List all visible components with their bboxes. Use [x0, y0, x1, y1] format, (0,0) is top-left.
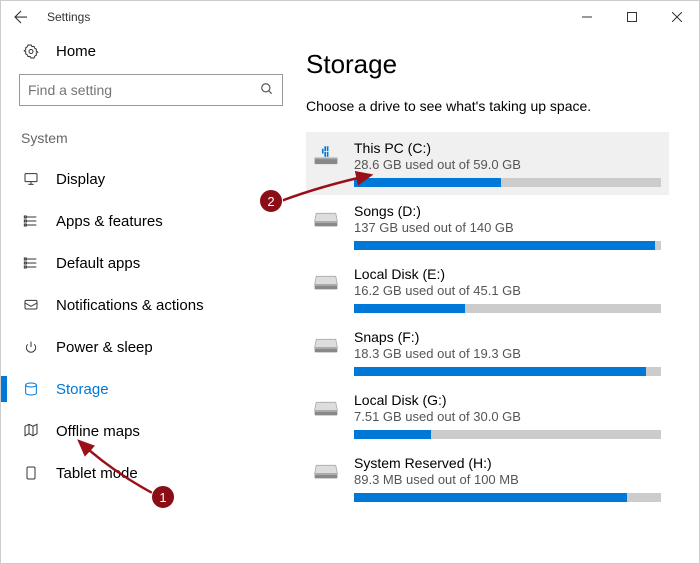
- display-icon: [23, 171, 39, 187]
- sidebar-item-label: Apps & features: [56, 213, 163, 230]
- drive-usage-bar: [354, 241, 661, 250]
- drive-usage: 7.51 GB used out of 30.0 GB: [354, 409, 661, 424]
- maximize-icon: [627, 12, 637, 22]
- minimize-icon: [582, 12, 592, 22]
- drive-item[interactable]: Local Disk (E:)16.2 GB used out of 45.1 …: [306, 258, 669, 321]
- settings-window: Settings Home: [0, 0, 700, 564]
- apps-icon: [23, 213, 39, 229]
- sidebar-item-power-sleep[interactable]: Power & sleep: [1, 326, 301, 368]
- drive-name: Local Disk (E:): [354, 266, 661, 282]
- minimize-button[interactable]: [564, 1, 609, 33]
- drive-item[interactable]: This PC (C:)28.6 GB used out of 59.0 GB: [306, 132, 669, 195]
- sidebar-item-label: Storage: [56, 381, 109, 398]
- drive-name: Local Disk (G:): [354, 392, 661, 408]
- drive-icon: [312, 331, 340, 359]
- maps-icon: [23, 423, 39, 439]
- drive-name: System Reserved (H:): [354, 455, 661, 471]
- system-drive-icon: [312, 142, 340, 170]
- power-icon: [23, 339, 39, 355]
- drive-usage: 137 GB used out of 140 GB: [354, 220, 661, 235]
- sidebar-item-apps-features[interactable]: Apps & features: [1, 200, 301, 242]
- page-title: Storage: [306, 49, 669, 80]
- window-controls: [564, 1, 699, 33]
- drive-list: This PC (C:)28.6 GB used out of 59.0 GBS…: [306, 132, 669, 510]
- gear-icon: [23, 44, 39, 60]
- content-area: Storage Choose a drive to see what's tak…: [301, 33, 699, 563]
- sidebar-item-default-apps[interactable]: Default apps: [1, 242, 301, 284]
- back-arrow-icon: [12, 8, 30, 26]
- sidebar-item-notifications-actions[interactable]: Notifications & actions: [1, 284, 301, 326]
- drive-name: Songs (D:): [354, 203, 661, 219]
- drive-icon: [312, 268, 340, 296]
- maximize-button[interactable]: [609, 1, 654, 33]
- sidebar-item-storage[interactable]: Storage: [1, 368, 301, 410]
- search-icon: [260, 82, 274, 99]
- drive-icon: [312, 205, 340, 233]
- section-label: System: [1, 122, 301, 158]
- drive-usage-bar: [354, 178, 661, 187]
- sidebar-item-label: Notifications & actions: [56, 297, 204, 314]
- sidebar-item-offline-maps[interactable]: Offline maps: [1, 410, 301, 452]
- drive-usage-bar: [354, 430, 661, 439]
- drive-usage: 89.3 MB used out of 100 MB: [354, 472, 661, 487]
- sidebar-item-display[interactable]: Display: [1, 158, 301, 200]
- home-label: Home: [56, 43, 96, 60]
- drive-usage: 28.6 GB used out of 59.0 GB: [354, 157, 661, 172]
- sidebar-item-tablet-mode[interactable]: Tablet mode: [1, 452, 301, 494]
- sidebar-item-label: Power & sleep: [56, 339, 153, 356]
- drive-icon: [312, 457, 340, 485]
- default-apps-icon: [23, 255, 39, 271]
- notifications-icon: [23, 297, 39, 313]
- sidebar: Home System Display Apps & features Defaul…: [1, 33, 301, 563]
- page-subtitle: Choose a drive to see what's taking up s…: [306, 98, 669, 114]
- drive-item[interactable]: Local Disk (G:)7.51 GB used out of 30.0 …: [306, 384, 669, 447]
- nav-list: Display Apps & features Default apps Notifi…: [1, 158, 301, 494]
- window-title: Settings: [47, 10, 90, 24]
- drive-usage-bar: [354, 493, 661, 502]
- tablet-icon: [23, 465, 39, 481]
- close-button[interactable]: [654, 1, 699, 33]
- drive-usage: 16.2 GB used out of 45.1 GB: [354, 283, 661, 298]
- back-button[interactable]: [1, 1, 41, 33]
- drive-item[interactable]: System Reserved (H:)89.3 MB used out of …: [306, 447, 669, 510]
- drive-usage: 18.3 GB used out of 19.3 GB: [354, 346, 661, 361]
- home-button[interactable]: Home: [1, 33, 301, 74]
- sidebar-item-label: Offline maps: [56, 423, 140, 440]
- drive-usage-bar: [354, 304, 661, 313]
- close-icon: [672, 12, 682, 22]
- sidebar-item-label: Display: [56, 171, 105, 188]
- drive-usage-bar: [354, 367, 661, 376]
- drive-name: This PC (C:): [354, 140, 661, 156]
- storage-icon: [23, 381, 39, 397]
- drive-item[interactable]: Snaps (F:)18.3 GB used out of 19.3 GB: [306, 321, 669, 384]
- titlebar: Settings: [1, 1, 699, 33]
- search-input[interactable]: [28, 82, 248, 98]
- drive-name: Snaps (F:): [354, 329, 661, 345]
- search-box[interactable]: [19, 74, 283, 106]
- sidebar-item-label: Tablet mode: [56, 465, 138, 482]
- drive-item[interactable]: Songs (D:)137 GB used out of 140 GB: [306, 195, 669, 258]
- drive-icon: [312, 394, 340, 422]
- sidebar-item-label: Default apps: [56, 255, 140, 272]
